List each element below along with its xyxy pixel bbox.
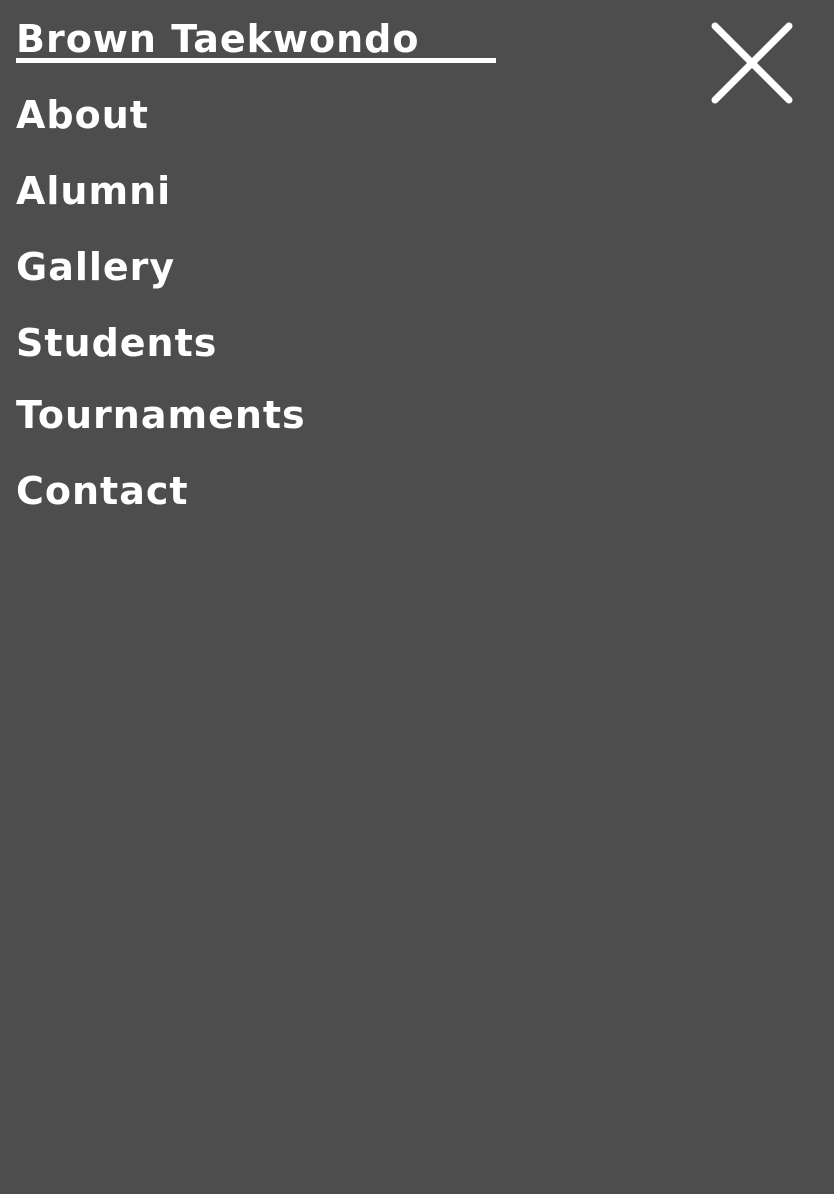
nav-item-gallery[interactable]: Gallery [16, 242, 175, 292]
nav-item-contact[interactable]: Contact [16, 466, 189, 516]
nav-item-alumni[interactable]: Alumni [16, 166, 171, 216]
site-title-underline [16, 58, 496, 63]
site-title: Brown Taekwondo [16, 17, 420, 61]
mobile-nav-menu: Brown Taekwondo About Alumni Gallery Stu… [0, 0, 834, 1194]
close-menu-button[interactable] [709, 20, 795, 106]
nav-item-tournaments[interactable]: Tournaments [16, 390, 306, 440]
nav-item-about[interactable]: About [16, 90, 149, 140]
nav-item-students[interactable]: Students [16, 318, 217, 368]
close-icon [711, 22, 793, 104]
site-title-link[interactable]: Brown Taekwondo [16, 14, 496, 64]
